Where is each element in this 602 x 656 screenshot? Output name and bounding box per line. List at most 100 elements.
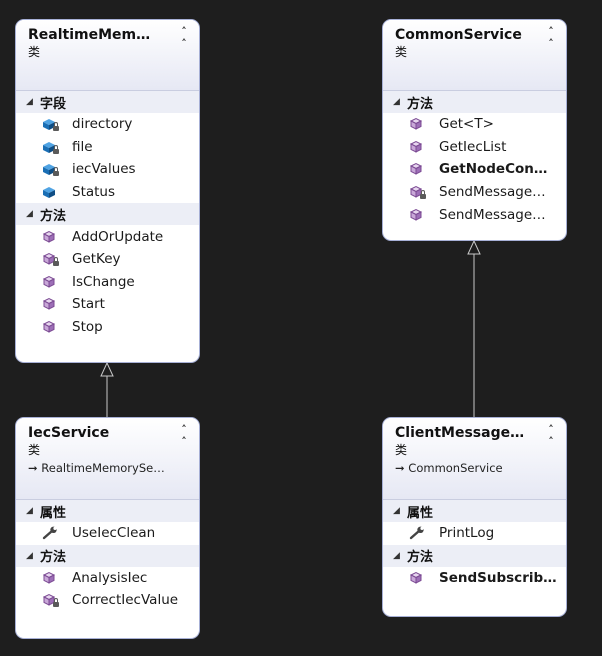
member-name: AddOrUpdate [72,228,164,245]
class-header[interactable]: ClientMessage… 类 ➞ CommonService ˄ ˄ [383,418,566,500]
member-icon [41,275,61,289]
member-row[interactable]: AnalysisIec [16,567,199,590]
base-class-name: CommonService [408,461,503,475]
class-header[interactable]: IecService 类 ➞ RealtimeMemorySe… ˄ ˄ [16,418,199,500]
section-header[interactable]: ◢ 方法 [16,544,199,567]
member-icon [41,230,61,244]
member-icon [41,117,61,132]
base-class-line: ➞ RealtimeMemorySe… [28,460,173,476]
member-name: PrintLog [439,525,495,542]
section-label: 属性 [407,505,434,521]
class-box-iecservice[interactable]: IecService 类 ➞ RealtimeMemorySe… ˄ ˄ ◢ 属性 UseIe… [15,417,200,639]
class-box-clientmessage[interactable]: ClientMessage… 类 ➞ CommonService ˄ ˄ ◢ 属性 Print… [382,417,567,617]
member-icon [408,208,428,222]
class-header[interactable]: CommonService 类 ˄ ˄ [383,20,566,91]
member-row[interactable]: iecValues [16,158,199,181]
member-row[interactable]: GetNodeCon… [383,158,566,181]
class-kind-label: 类 [395,443,408,457]
private-lock-icon [53,257,59,267]
inherit-arrow-icon: ➞ [395,461,409,475]
member-name: Get<T> [439,116,494,133]
member-icon [41,320,61,334]
expand-triangle-icon[interactable]: ◢ [393,97,407,107]
collapse-icon[interactable]: ˄ ˄ [544,424,558,448]
section-header[interactable]: ◢ 属性 [383,500,566,522]
inheritance-arrow-iecservice [100,361,114,377]
method-icon [409,118,423,131]
private-lock-icon [53,598,59,608]
member-row[interactable]: AddOrUpdate [16,225,199,248]
member-icon [408,162,428,176]
member-icon [408,526,428,540]
expand-triangle-icon[interactable]: ◢ [26,97,40,107]
member-row[interactable]: SendSubscrib… [383,567,566,590]
member-icon [41,252,61,267]
class-kind-label: 类 [395,45,408,59]
expand-triangle-icon[interactable]: ◢ [26,551,40,561]
section-label: 属性 [40,505,67,521]
collapse-icon[interactable]: ˄ ˄ [544,26,558,50]
base-class-name: RealtimeMemorySe… [41,461,165,475]
member-icon [41,162,61,177]
section-header[interactable]: ◢ 方法 [383,544,566,567]
member-name: SendSubscrib… [439,569,557,586]
class-title: CommonService [395,27,522,43]
collapse-icon[interactable]: ˄ ˄ [177,26,191,50]
expand-triangle-icon[interactable]: ◢ [26,209,40,219]
member-row[interactable]: Get<T> [383,113,566,136]
private-lock-icon [53,144,59,154]
wrench-icon [409,526,424,540]
section-header[interactable]: ◢ 字段 [16,91,199,113]
member-name: file [72,138,93,155]
section-header[interactable]: ◢ 方法 [16,203,199,226]
member-row[interactable]: PrintLog [383,522,566,545]
class-header[interactable]: RealtimeMem… 类 ˄ ˄ [16,20,199,91]
member-name: directory [72,116,133,133]
field-icon [43,187,55,199]
member-row[interactable]: CorrectIecValue [16,589,199,612]
class-box-commonservice[interactable]: CommonService 类 ˄ ˄ ◢ 方法 Get<T> GetIecList GetNo… [382,19,567,241]
member-row[interactable]: file [16,136,199,159]
member-row[interactable]: SendMessage… [383,181,566,204]
member-icon [408,140,428,154]
method-icon [42,571,56,584]
section-label: 方法 [407,550,434,566]
section-label: 字段 [40,96,67,112]
class-title: IecService [28,425,110,441]
member-row[interactable]: SendMessage… [383,203,566,226]
method-icon [409,571,423,584]
member-row[interactable]: Start [16,293,199,316]
member-row[interactable]: GetKey [16,248,199,271]
method-icon [409,140,423,153]
method-icon [42,230,56,243]
expand-triangle-icon[interactable]: ◢ [393,551,407,561]
member-icon [41,571,61,585]
member-row[interactable]: Stop [16,316,199,339]
member-name: UseIecClean [72,525,156,542]
class-title: RealtimeMem… [28,27,151,43]
method-icon [42,320,56,333]
member-icon [41,593,61,608]
member-row[interactable]: IsChange [16,271,199,294]
member-row[interactable]: directory [16,113,199,136]
member-row[interactable]: UseIecClean [16,522,199,545]
section-header[interactable]: ◢ 方法 [383,91,566,113]
method-icon [409,163,423,176]
collapse-icon[interactable]: ˄ ˄ [177,424,191,448]
expand-triangle-icon[interactable]: ◢ [26,506,40,516]
member-icon [41,526,61,540]
inherit-arrow-icon: ➞ [28,461,42,475]
member-icon [408,571,428,585]
expand-triangle-icon[interactable]: ◢ [393,506,407,516]
private-lock-icon [420,190,426,200]
method-icon [409,208,423,221]
member-row[interactable]: Status [16,181,199,204]
member-icon [41,297,61,311]
class-kind-label: 类 [28,45,41,59]
class-box-realtimememory[interactable]: RealtimeMem… 类 ˄ ˄ ◢ 字段 directory file iecValues… [15,19,200,363]
member-name: iecValues [72,161,136,178]
member-name: AnalysisIec [72,569,148,586]
member-row[interactable]: GetIecList [383,136,566,159]
method-icon [42,275,56,288]
section-header[interactable]: ◢ 属性 [16,500,199,522]
